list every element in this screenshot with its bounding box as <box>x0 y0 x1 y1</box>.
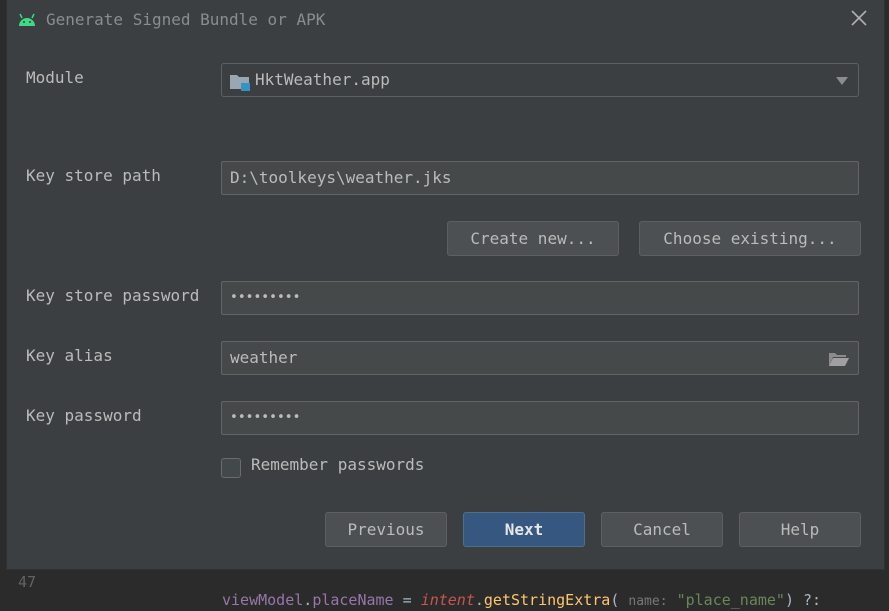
line-number: 47 <box>18 573 37 591</box>
key-alias-field[interactable]: weather <box>221 341 859 375</box>
code-intent: intent <box>420 591 475 609</box>
module-combobox[interactable]: HktWeather.app <box>221 63 859 97</box>
key-store-password-field[interactable]: ••••••••• <box>221 281 859 315</box>
key-password-field[interactable]: ••••••••• <box>221 401 859 435</box>
key-store-password-label: Key store password <box>26 286 200 305</box>
generate-signed-bundle-dialog: Generate Signed Bundle or APK Module Hkt… <box>6 0 885 570</box>
chevron-down-icon[interactable] <box>836 77 848 85</box>
cancel-button[interactable]: Cancel <box>601 512 723 547</box>
key-alias-label: Key alias <box>26 346 113 365</box>
choose-existing-button[interactable]: Choose existing... <box>639 221 861 256</box>
code-tail: ) ?: <box>784 591 822 609</box>
create-new-button[interactable]: Create new... <box>447 221 619 256</box>
dialog-title: Generate Signed Bundle or APK <box>46 10 326 29</box>
module-folder-icon <box>230 75 250 91</box>
key-password-label: Key password <box>26 406 142 425</box>
previous-button[interactable]: Previous <box>325 512 447 547</box>
android-icon <box>19 13 35 26</box>
module-label: Module <box>26 68 84 87</box>
dialog-title-bar: Generate Signed Bundle or APK <box>7 0 884 40</box>
code-param-hint: name: <box>628 594 668 609</box>
key-store-path-field[interactable]: D:\toolkeys\weather.jks <box>221 161 859 195</box>
key-store-path-value: D:\toolkeys\weather.jks <box>230 168 452 187</box>
help-button[interactable]: Help <box>739 512 861 547</box>
code-property: placeName <box>312 591 394 609</box>
code-text: viewModel.placeName = intent.getStringEx… <box>222 591 822 609</box>
remember-passwords-label[interactable]: Remember passwords <box>251 455 424 474</box>
key-alias-value: weather <box>230 348 298 367</box>
code-method: getStringExtra <box>483 591 611 609</box>
next-button[interactable]: Next <box>463 512 585 547</box>
module-value: HktWeather.app <box>255 70 390 89</box>
code-object: viewModel <box>222 591 304 609</box>
folder-open-icon[interactable] <box>828 351 850 367</box>
key-store-password-value: ••••••••• <box>230 290 301 305</box>
remember-passwords-checkbox[interactable] <box>221 458 241 478</box>
code-operator: = <box>393 591 421 609</box>
key-store-path-label: Key store path <box>26 166 161 185</box>
code-string-arg: "place_name" <box>676 591 785 609</box>
close-icon[interactable] <box>847 6 871 30</box>
key-password-value: ••••••••• <box>230 410 301 425</box>
